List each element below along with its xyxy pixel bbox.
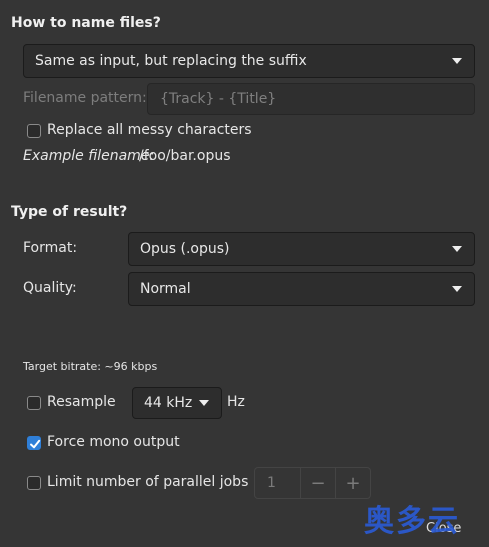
pattern-label: Filename pattern: [23, 90, 147, 106]
format-value: Opus (.opus) [140, 241, 230, 257]
chevron-down-icon [452, 286, 462, 292]
example-filename-label: Example filename: [23, 148, 155, 164]
naming-mode-dropdown[interactable]: Same as input, but replacing the suffix [23, 44, 475, 78]
pattern-placeholder: {Track} - {Title} [160, 91, 277, 107]
quality-value: Normal [140, 281, 191, 297]
decrement-button[interactable]: − [300, 468, 335, 498]
chevron-down-icon [452, 246, 462, 252]
force-mono-checkbox[interactable] [27, 436, 41, 450]
quality-label: Quality: [23, 280, 77, 296]
target-bitrate: Target bitrate: ~96 kbps [23, 360, 158, 373]
chevron-down-icon [452, 58, 462, 64]
watermark-logo: 奥多云 [364, 504, 460, 539]
checkmark-icon [30, 439, 41, 449]
replace-messy-label[interactable]: Replace all messy characters [47, 122, 252, 138]
replace-messy-checkbox[interactable] [27, 124, 41, 138]
resample-rate-value: 44 kHz [144, 395, 193, 411]
naming-heading: How to name files? [11, 15, 161, 31]
limit-jobs-checkbox[interactable] [27, 476, 41, 490]
force-mono-label[interactable]: Force mono output [47, 434, 180, 450]
resample-checkbox[interactable] [27, 396, 41, 410]
naming-mode-value: Same as input, but replacing the suffix [35, 53, 307, 69]
limit-jobs-label[interactable]: Limit number of parallel jobs [47, 474, 248, 490]
resample-label[interactable]: Resample [47, 394, 116, 410]
filename-pattern-input[interactable]: {Track} - {Title} [147, 83, 475, 115]
format-label: Format: [23, 240, 78, 256]
increment-button[interactable]: + [335, 468, 370, 498]
chevron-down-icon [199, 400, 209, 406]
result-heading: Type of result? [11, 204, 128, 220]
format-dropdown[interactable]: Opus (.opus) [128, 232, 475, 266]
resample-unit: Hz [227, 394, 245, 410]
quality-dropdown[interactable]: Normal [128, 272, 475, 306]
parallel-jobs-value[interactable]: 1 [255, 468, 300, 498]
parallel-jobs-spinbutton[interactable]: 1 − + [254, 467, 371, 499]
example-filename-value: /foo/bar.opus [139, 148, 231, 164]
resample-rate-dropdown[interactable]: 44 kHz [132, 387, 222, 419]
